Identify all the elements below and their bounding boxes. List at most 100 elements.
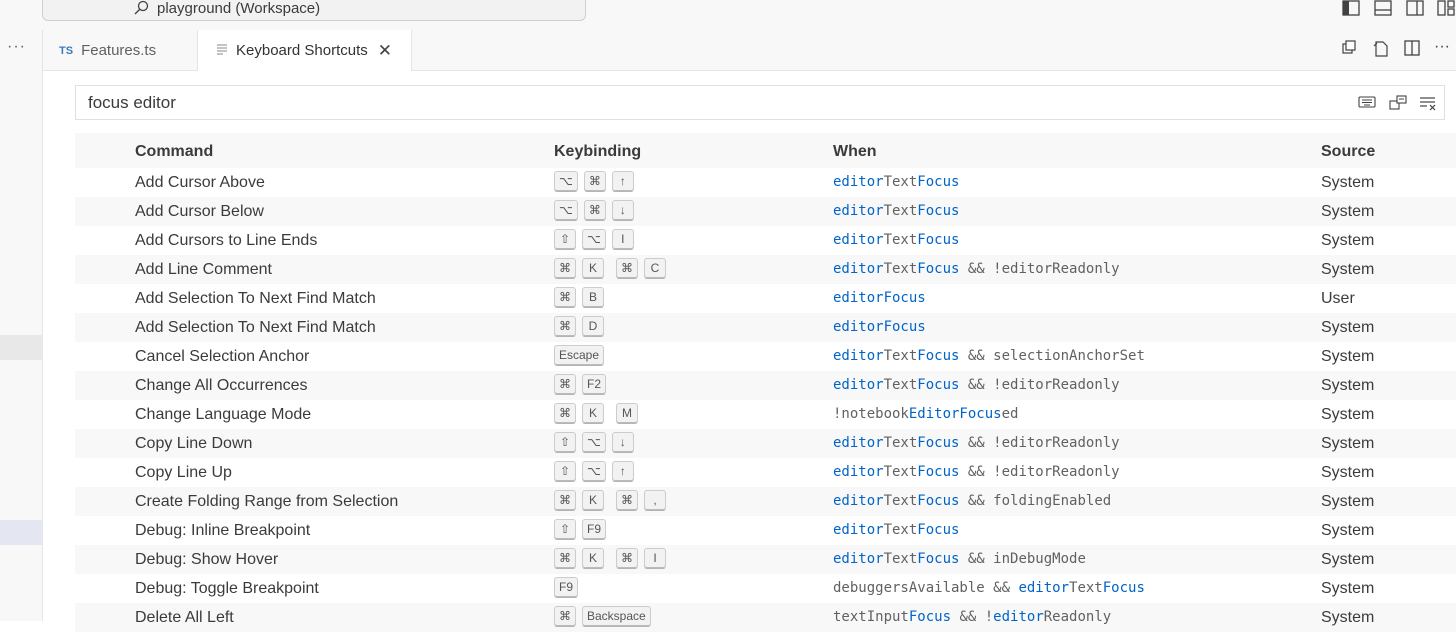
key-cap: D: [582, 316, 604, 337]
table-row[interactable]: Add Cursor Below ⌥ ⌘ ↓ editorTextFocus System: [75, 197, 1456, 226]
open-keybindings-json-icon[interactable]: [1341, 40, 1357, 61]
table-row[interactable]: Change All Occurrences ⌘ F2 editorTextFocus…: [75, 371, 1456, 400]
toggle-panel-icon[interactable]: [1374, 0, 1392, 16]
source-cell: System: [1321, 203, 1375, 220]
key-cap: Backspace: [582, 606, 651, 627]
table-row[interactable]: Add Line Comment ⌘ K ⌘ CeditorTextFocus && !…: [75, 255, 1456, 284]
source-cell: System: [1321, 232, 1375, 249]
keybinding-cell: ⌘ B: [554, 287, 610, 308]
key-cap: ⇧: [554, 229, 576, 250]
table-row[interactable]: Copy Line Up ⇧ ⌥ ↑ editorTextFocus && !edito…: [75, 458, 1456, 487]
when-token: Text: [883, 261, 918, 277]
tab-keyboard-shortcuts[interactable]: Keyboard Shortcuts ✕: [198, 30, 412, 71]
when-match-token: editorFocus: [833, 290, 926, 306]
key-cap: ⌘: [616, 490, 638, 511]
table-row[interactable]: Add Selection To Next Find Match ⌘ Deditor…: [75, 313, 1456, 342]
open-file-icon[interactable]: [1372, 40, 1390, 63]
when-token: Text: [883, 348, 918, 364]
when-match-token: editor: [833, 493, 884, 509]
key-cap: M: [616, 403, 638, 424]
table-row[interactable]: Debug: Show Hover ⌘ K ⌘ IeditorTextFocus && …: [75, 545, 1456, 574]
when-match-token: Focus: [917, 261, 960, 277]
when-token: && !editorReadonly: [959, 377, 1120, 393]
key-cap: ⌘: [616, 258, 638, 279]
when-match-token: Focus: [1102, 580, 1145, 596]
source-cell: System: [1321, 435, 1375, 452]
split-editor-icon[interactable]: [1404, 40, 1420, 61]
table-row[interactable]: Copy Line Down ⇧ ⌥ ↓ editorTextFocus && !edi…: [75, 429, 1456, 458]
key-cap: ↑: [611, 171, 634, 192]
when-match-token: editor: [833, 232, 884, 248]
column-header-keybinding[interactable]: Keybinding: [554, 143, 641, 161]
when-token: Text: [883, 232, 918, 248]
when-token: textInput: [833, 609, 909, 625]
source-cell: System: [1321, 174, 1375, 191]
key-cap: ⌘: [616, 548, 638, 569]
toggle-primary-sidebar-icon[interactable]: [1342, 0, 1360, 16]
source-cell: System: [1321, 377, 1375, 394]
command-cell: Change Language Mode: [135, 406, 312, 423]
column-header-command[interactable]: Command: [135, 143, 213, 161]
toggle-secondary-sidebar-icon[interactable]: [1406, 0, 1424, 16]
table-row[interactable]: Debug: Toggle Breakpoint F9 debuggersAvail…: [75, 574, 1456, 603]
when-cell: debuggersAvailable && editorTextFocus: [833, 580, 1145, 596]
when-cell: editorTextFocus: [833, 174, 959, 190]
key-cap: ⌥: [582, 229, 606, 250]
search-input[interactable]: [88, 86, 1288, 119]
tab-label: Features.ts: [81, 42, 157, 59]
clear-search-icon[interactable]: [1419, 95, 1437, 116]
table-row[interactable]: Add Cursors to Line Ends ⇧ ⌥ IeditorTextFoc…: [75, 226, 1456, 255]
when-match-token: editorFocus: [833, 319, 926, 335]
close-icon[interactable]: ✕: [378, 41, 392, 61]
when-cell: editorTextFocus: [833, 522, 959, 538]
command-center[interactable]: playground (Workspace): [42, 0, 586, 21]
table-row[interactable]: Debug: Inline Breakpoint ⇧ F9 editorTextFoc…: [75, 516, 1456, 545]
key-cap: ⌘: [554, 606, 576, 627]
record-keys-icon[interactable]: [1358, 95, 1376, 114]
key-cap: F9: [582, 519, 607, 540]
more-actions-icon[interactable]: ···: [1434, 38, 1450, 56]
table-row[interactable]: Change Language Mode ⌘ K M !notebookEditorFo…: [75, 400, 1456, 429]
keybinding-cell: ⌘ K ⌘ C: [554, 258, 672, 279]
command-cell: Add Cursors to Line Ends: [135, 232, 318, 249]
key-cap: ⌘: [554, 403, 576, 424]
source-cell: System: [1321, 609, 1375, 626]
when-match-token: editor: [833, 261, 884, 277]
when-token: Text: [883, 174, 918, 190]
command-cell: Copy Line Up: [135, 464, 232, 481]
source-cell: System: [1321, 464, 1375, 481]
command-cell: Debug: Inline Breakpoint: [135, 522, 311, 539]
when-match-token: editor: [833, 377, 884, 393]
when-token: Text: [883, 522, 918, 538]
when-token: Text: [883, 493, 918, 509]
key-cap: ⇧: [554, 461, 576, 482]
source-cell: System: [1321, 551, 1375, 568]
side-bar: ···: [0, 30, 43, 621]
table-row[interactable]: Add Cursor Above ⌥ ⌘ ↑ editorTextFocus System: [75, 168, 1456, 197]
keybinding-cell: Escape: [554, 345, 610, 366]
command-cell: Debug: Show Hover: [135, 551, 279, 568]
when-token: Text: [1069, 580, 1103, 596]
key-cap: F9: [554, 577, 579, 598]
customize-layout-icon[interactable]: [1437, 0, 1455, 16]
more-actions-icon[interactable]: ···: [7, 38, 26, 56]
key-cap: ⌘: [583, 200, 606, 221]
sort-by-precedence-icon[interactable]: [1389, 95, 1407, 116]
table-row[interactable]: Delete All Left ⌘ Backspace textInputFocus …: [75, 603, 1456, 632]
keybinding-cell: ⌘ K M: [554, 403, 644, 424]
when-match-token: Focus: [917, 377, 960, 393]
key-cap: ⌥: [554, 171, 578, 192]
column-header-source[interactable]: Source: [1321, 143, 1375, 161]
tab-features-ts[interactable]: TS Features.ts: [43, 30, 198, 71]
key-cap: ,: [644, 490, 666, 511]
column-header-when[interactable]: When: [833, 143, 877, 161]
when-cell: editorTextFocus && !editorReadonly: [833, 435, 1120, 451]
source-cell: System: [1321, 261, 1375, 278]
table-row[interactable]: Create Folding Range from Selection ⌘ K ⌘, e…: [75, 487, 1456, 516]
keybinding-cell: ⌘ K ⌘,: [554, 490, 672, 511]
key-cap: C: [644, 258, 666, 279]
key-cap: ⌘: [554, 287, 576, 308]
table-row[interactable]: Add Selection To Next Find Match ⌘ Beditor…: [75, 284, 1456, 313]
when-match-token: Focus: [917, 522, 960, 538]
table-row[interactable]: Cancel Selection Anchor Escape editorTextF…: [75, 342, 1456, 371]
